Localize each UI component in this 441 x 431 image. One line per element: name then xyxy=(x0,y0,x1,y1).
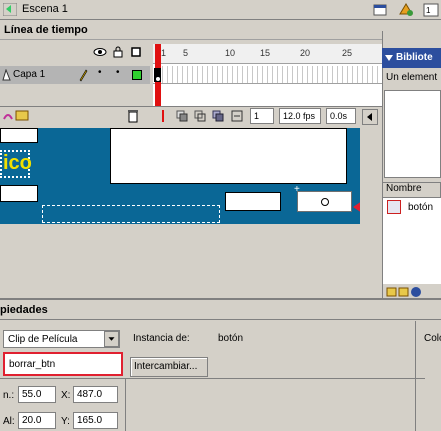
timeline-title: Línea de tiempo xyxy=(4,24,88,36)
tick-label: 15 xyxy=(260,48,271,58)
divider xyxy=(415,321,416,431)
layer-color-swatch[interactable] xyxy=(132,70,142,80)
library-item-count: Un element xyxy=(386,72,438,83)
lock-icon[interactable] xyxy=(113,46,123,58)
scroll-left-icon[interactable] xyxy=(362,109,378,125)
library-footer-icons[interactable] xyxy=(386,286,422,298)
x-input[interactable]: 487.0 xyxy=(73,386,118,403)
eye-icon[interactable] xyxy=(93,47,107,57)
instance-of-value: botón xyxy=(218,333,244,344)
width-input[interactable]: 55.0 xyxy=(18,386,56,403)
instance-name-input[interactable]: borrar_btn xyxy=(3,352,123,376)
scene-name: Escena 1 xyxy=(22,3,68,15)
add-layer-icon[interactable] xyxy=(2,109,32,123)
delete-layer-icon[interactable] xyxy=(127,109,139,123)
keyframe-dot xyxy=(156,77,160,81)
library-column-name[interactable]: Nombre xyxy=(382,182,441,198)
layer-name: Capa 1 xyxy=(13,69,46,80)
tick-label: 5 xyxy=(183,48,189,58)
width-label: n.: xyxy=(3,390,15,401)
visibility-dot[interactable]: • xyxy=(98,67,102,78)
y-input[interactable]: 165.0 xyxy=(73,412,118,429)
onion-skin-icon[interactable] xyxy=(176,110,188,122)
stage-text-area[interactable] xyxy=(110,128,347,184)
frame-ruler[interactable]: 1 5 10 15 20 25 xyxy=(153,44,382,64)
divider xyxy=(125,378,425,379)
divider xyxy=(125,378,126,431)
x-label: X: xyxy=(61,390,71,401)
timeline-header[interactable]: Línea de tiempo xyxy=(0,21,382,40)
tick-label: 25 xyxy=(342,48,353,58)
library-preview xyxy=(384,90,441,178)
layer-column-header xyxy=(0,44,150,64)
divider xyxy=(0,378,125,379)
edit-symbol-icon[interactable] xyxy=(398,2,416,18)
collapse-triangle-icon[interactable] xyxy=(385,54,393,62)
outline-icon[interactable] xyxy=(131,47,141,57)
frame-rate-field[interactable]: 12.0 fps xyxy=(279,108,321,124)
stage-title-text[interactable]: ico xyxy=(0,150,32,178)
swap-button[interactable]: Intercambiar... xyxy=(130,357,208,377)
timeline-footer: 1 12.0 fps 0.0s xyxy=(0,106,382,126)
stage-input-box[interactable] xyxy=(0,185,38,202)
properties-title: piedades xyxy=(0,304,48,316)
stage-dynamic-text[interactable] xyxy=(42,205,220,223)
pasteboard[interactable] xyxy=(0,224,382,296)
properties-header[interactable] xyxy=(0,298,441,320)
chevron-down-icon[interactable] xyxy=(104,331,119,347)
onion-outline-icon[interactable] xyxy=(194,110,206,122)
stage-text-box[interactable] xyxy=(0,128,38,143)
registration-point xyxy=(321,198,329,206)
library-title: Bibliote xyxy=(396,52,433,63)
y-label: Y: xyxy=(61,416,70,427)
symbol-type-select[interactable]: Clip de Película xyxy=(3,330,120,348)
svg-text:1: 1 xyxy=(426,6,431,15)
tick-label: 1 xyxy=(161,48,167,58)
center-frame-icon[interactable] xyxy=(157,110,169,122)
layer-row[interactable]: Capa 1 • • xyxy=(0,66,150,84)
lock-dot[interactable]: • xyxy=(116,67,120,78)
elapsed-time-field: 0.0s xyxy=(326,108,356,124)
current-frame-field: 1 xyxy=(250,108,274,124)
onion-markers-icon[interactable] xyxy=(231,110,243,122)
scene-back-arrow-icon[interactable] xyxy=(3,3,17,16)
tick-label: 20 xyxy=(300,48,311,58)
height-label: Al: xyxy=(3,416,15,427)
pencil-icon xyxy=(79,69,88,82)
color-label: Colo xyxy=(424,333,441,344)
transform-point-icon: + xyxy=(294,184,300,195)
layer-frames[interactable] xyxy=(153,66,382,84)
edit-multiple-frames-icon[interactable] xyxy=(212,110,224,122)
instance-of-label: Instancia de: xyxy=(133,333,190,344)
tick-label: 10 xyxy=(225,48,236,58)
stage-field[interactable] xyxy=(225,192,281,211)
layer-icon xyxy=(2,69,11,81)
height-input[interactable]: 20.0 xyxy=(18,412,56,429)
library-item[interactable]: botón xyxy=(408,202,433,213)
button-symbol-icon xyxy=(387,200,401,214)
edit-scene-icon[interactable] xyxy=(372,2,390,18)
zoom-icon[interactable]: 1 xyxy=(422,2,440,18)
